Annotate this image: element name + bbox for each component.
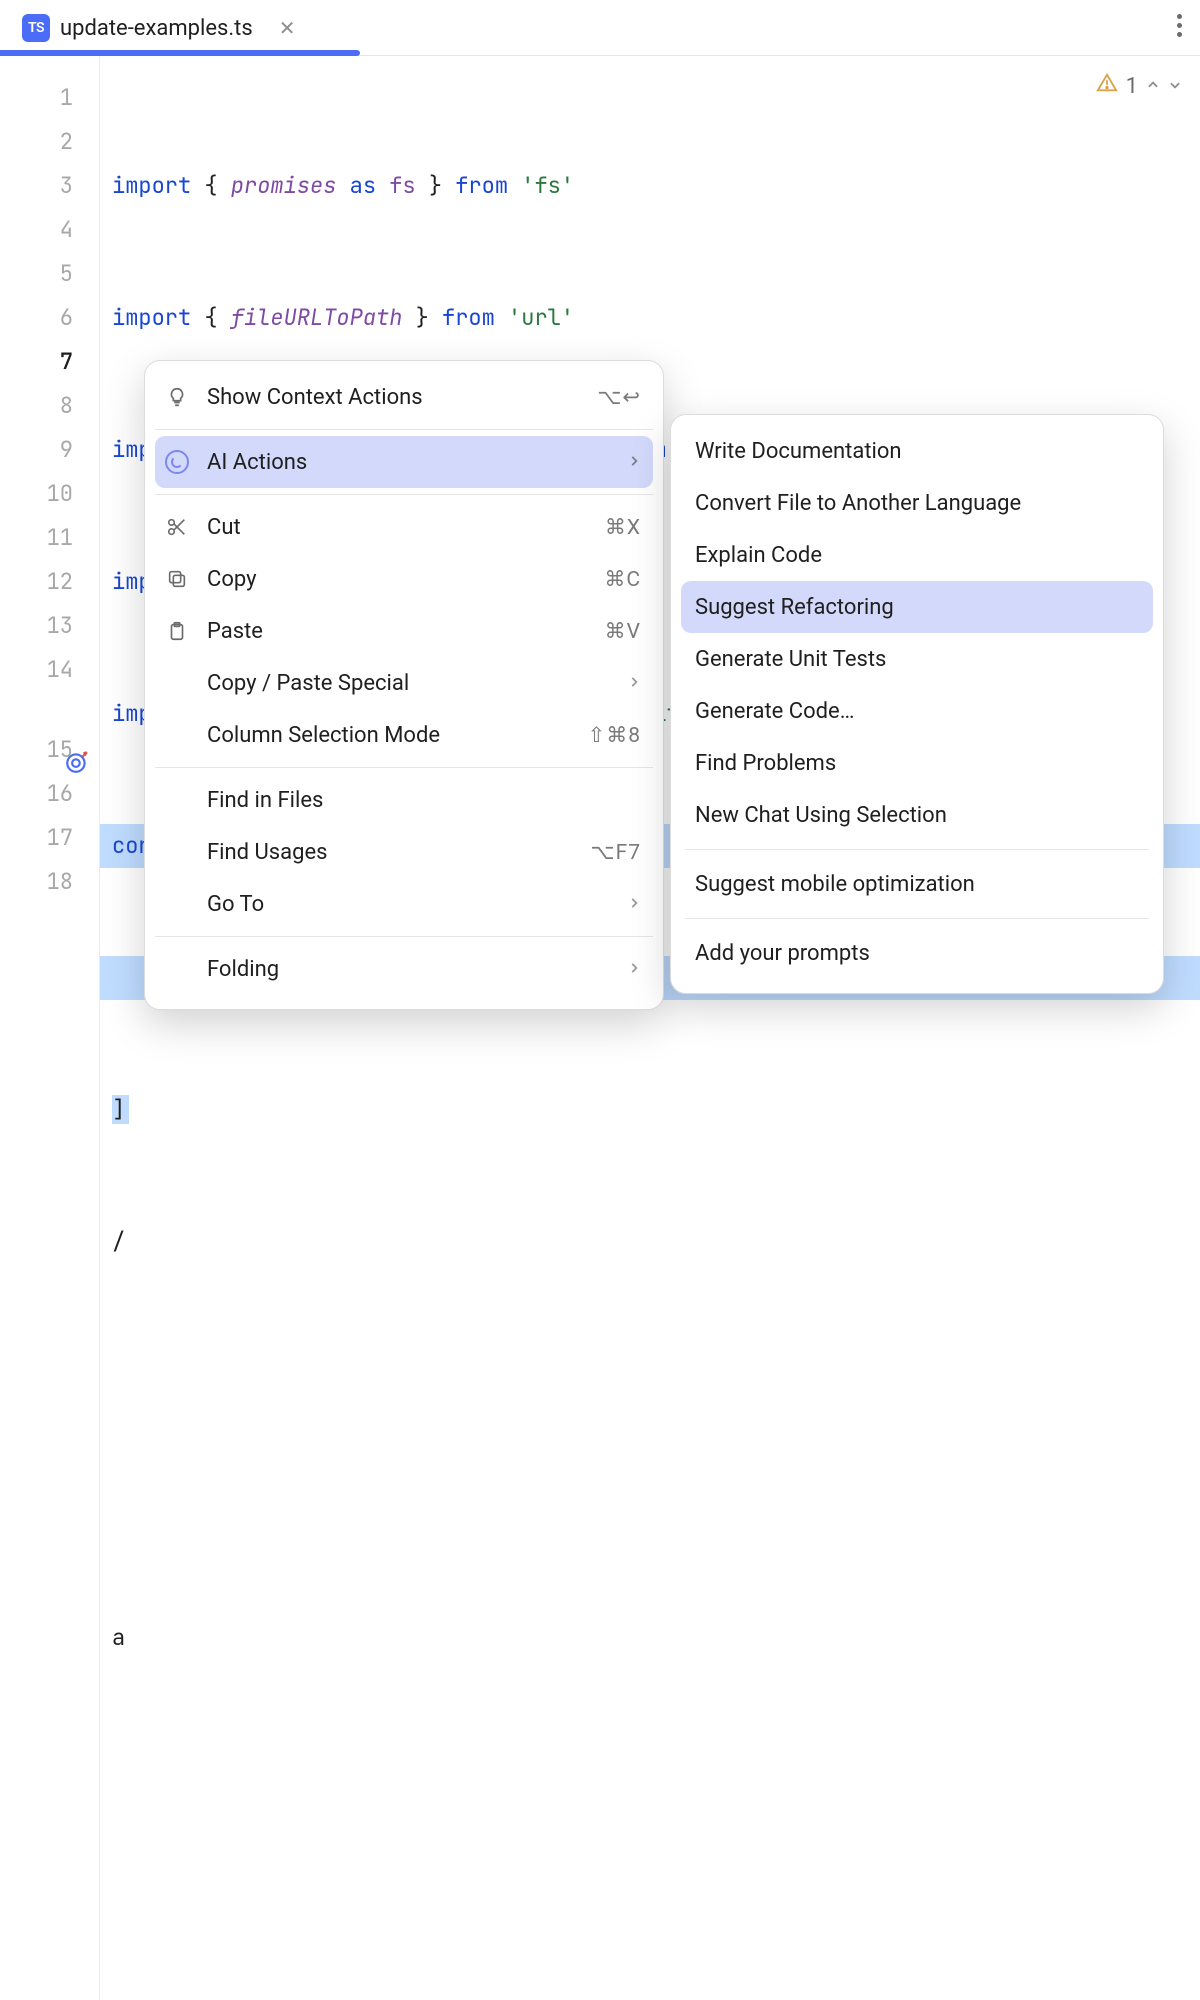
- menu-label: Folding: [207, 957, 611, 982]
- typescript-icon: TS: [22, 14, 50, 42]
- copy-paste-special-item[interactable]: Copy / Paste Special: [145, 657, 663, 709]
- paste-item[interactable]: Paste ⌘V: [145, 605, 663, 657]
- submenu-label: Suggest mobile optimization: [695, 872, 975, 897]
- run-target-icon[interactable]: [63, 748, 91, 776]
- submenu-label: Generate Code…: [695, 699, 854, 724]
- folding-item[interactable]: Folding: [145, 943, 663, 995]
- menu-label: Find in Files: [207, 788, 641, 813]
- ai-actions-item[interactable]: AI Actions: [155, 436, 653, 488]
- menu-label: Paste: [207, 619, 589, 644]
- write-documentation-item[interactable]: Write Documentation: [671, 425, 1163, 477]
- scissors-icon: [163, 516, 191, 538]
- shortcut: ⇧⌘8: [588, 723, 641, 748]
- find-usages-item[interactable]: Find Usages ⌥F7: [145, 826, 663, 878]
- menu-label: Cut: [207, 515, 589, 540]
- shortcut: ⌘X: [605, 515, 641, 540]
- context-actions-item[interactable]: Show Context Actions ⌥↩: [145, 371, 663, 423]
- submenu-label: Convert File to Another Language: [695, 491, 1021, 516]
- menu-label: Copy / Paste Special: [207, 671, 611, 696]
- submenu-label: Write Documentation: [695, 439, 902, 464]
- shortcut: ⌘V: [605, 619, 641, 644]
- menu-label: Show Context Actions: [207, 385, 581, 410]
- convert-file-item[interactable]: Convert File to Another Language: [671, 477, 1163, 529]
- menu-label: AI Actions: [207, 450, 611, 475]
- generate-unit-tests-item[interactable]: Generate Unit Tests: [671, 633, 1163, 685]
- submenu-label: Explain Code: [695, 543, 822, 568]
- shortcut: ⌥↩: [597, 385, 641, 410]
- find-in-files-item[interactable]: Find in Files: [145, 774, 663, 826]
- submenu-label: New Chat Using Selection: [695, 803, 947, 828]
- code-area[interactable]: import { promises as fs } from 'fs' impo…: [100, 56, 1200, 2000]
- column-selection-item[interactable]: Column Selection Mode ⇧⌘8: [145, 709, 663, 761]
- chevron-right-icon: [627, 959, 641, 980]
- menu-label: Copy: [207, 567, 588, 592]
- cut-item[interactable]: Cut ⌘X: [145, 501, 663, 553]
- submenu-label: Generate Unit Tests: [695, 647, 886, 672]
- menu-label: Find Usages: [207, 840, 574, 865]
- chevron-right-icon: [627, 673, 641, 694]
- menu-label: Column Selection Mode: [207, 723, 572, 748]
- generate-code-item[interactable]: Generate Code…: [671, 685, 1163, 737]
- editor-tab[interactable]: TS update-examples.ts ✕: [12, 8, 305, 48]
- copy-item[interactable]: Copy ⌘C: [145, 553, 663, 605]
- kebab-menu-icon[interactable]: [1177, 14, 1182, 37]
- tab-filename: update-examples.ts: [60, 16, 253, 41]
- submenu-label: Add your prompts: [695, 941, 870, 966]
- ai-swirl-icon: [163, 450, 191, 474]
- suggest-refactoring-item[interactable]: Suggest Refactoring: [681, 581, 1153, 633]
- bulb-icon: [163, 386, 191, 408]
- mobile-optimization-item[interactable]: Suggest mobile optimization: [671, 858, 1163, 910]
- context-menu: Show Context Actions ⌥↩ AI Actions Cut ⌘…: [144, 360, 664, 1010]
- submenu-label: Find Problems: [695, 751, 836, 776]
- explain-code-item[interactable]: Explain Code: [671, 529, 1163, 581]
- chevron-right-icon: [627, 894, 641, 915]
- submenu-label: Suggest Refactoring: [695, 595, 894, 620]
- shortcut: ⌥F7: [590, 840, 641, 865]
- editor[interactable]: 1 2 3 4 5 6 7 8 9 10 11 12 13 14 15 16 1…: [0, 56, 1200, 2000]
- gutter: 1 2 3 4 5 6 7 8 9 10 11 12 13 14 15 16 1…: [0, 56, 100, 2000]
- copy-icon: [163, 568, 191, 590]
- menu-label: Go To: [207, 892, 611, 917]
- ai-actions-submenu: Write Documentation Convert File to Anot…: [670, 414, 1164, 994]
- chevron-right-icon: [627, 452, 641, 473]
- new-chat-item[interactable]: New Chat Using Selection: [671, 789, 1163, 841]
- close-tab-icon[interactable]: ✕: [279, 16, 296, 40]
- shortcut: ⌘C: [604, 567, 641, 592]
- clipboard-icon: [163, 620, 191, 642]
- find-problems-item[interactable]: Find Problems: [671, 737, 1163, 789]
- tab-bar: TS update-examples.ts ✕: [0, 0, 1200, 56]
- add-your-prompts-item[interactable]: Add your prompts: [671, 927, 1163, 979]
- goto-item[interactable]: Go To: [145, 878, 663, 930]
